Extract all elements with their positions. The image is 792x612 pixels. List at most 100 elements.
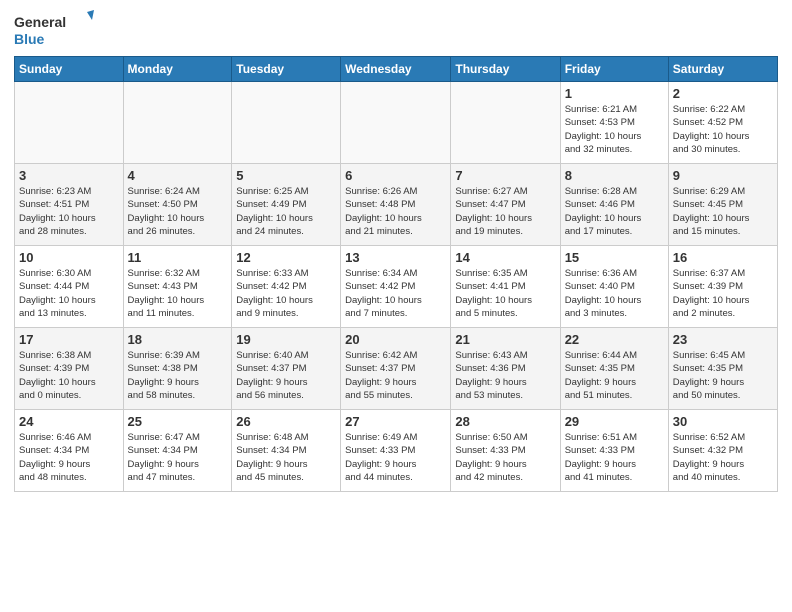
day-cell: 16 Sunrise: 6:37 AM Sunset: 4:39 PM Dayli… [668,246,777,328]
day-number: 25 [128,414,228,429]
day-info: Sunrise: 6:37 AM Sunset: 4:39 PM Dayligh… [673,267,773,320]
day-info: Sunrise: 6:47 AM Sunset: 4:34 PM Dayligh… [128,431,228,484]
day-cell: 18 Sunrise: 6:39 AM Sunset: 4:38 PM Dayli… [123,328,232,410]
header-row: SundayMondayTuesdayWednesdayThursdayFrid… [15,57,778,82]
day-number: 21 [455,332,555,347]
day-number: 26 [236,414,336,429]
day-info: Sunrise: 6:38 AM Sunset: 4:39 PM Dayligh… [19,349,119,402]
col-header-tuesday: Tuesday [232,57,341,82]
day-cell: 3 Sunrise: 6:23 AM Sunset: 4:51 PM Daylig… [15,164,124,246]
day-cell: 14 Sunrise: 6:35 AM Sunset: 4:41 PM Dayli… [451,246,560,328]
calendar-table: SundayMondayTuesdayWednesdayThursdayFrid… [14,56,778,492]
day-info: Sunrise: 6:44 AM Sunset: 4:35 PM Dayligh… [565,349,664,402]
week-row-3: 17 Sunrise: 6:38 AM Sunset: 4:39 PM Dayli… [15,328,778,410]
col-header-saturday: Saturday [668,57,777,82]
day-info: Sunrise: 6:40 AM Sunset: 4:37 PM Dayligh… [236,349,336,402]
day-cell: 9 Sunrise: 6:29 AM Sunset: 4:45 PM Daylig… [668,164,777,246]
day-info: Sunrise: 6:27 AM Sunset: 4:47 PM Dayligh… [455,185,555,238]
day-info: Sunrise: 6:51 AM Sunset: 4:33 PM Dayligh… [565,431,664,484]
day-cell: 17 Sunrise: 6:38 AM Sunset: 4:39 PM Dayli… [15,328,124,410]
day-cell: 27 Sunrise: 6:49 AM Sunset: 4:33 PM Dayli… [341,410,451,492]
day-info: Sunrise: 6:23 AM Sunset: 4:51 PM Dayligh… [19,185,119,238]
day-number: 7 [455,168,555,183]
logo: General Blue [14,10,94,50]
day-info: Sunrise: 6:22 AM Sunset: 4:52 PM Dayligh… [673,103,773,156]
day-info: Sunrise: 6:29 AM Sunset: 4:45 PM Dayligh… [673,185,773,238]
day-number: 9 [673,168,773,183]
day-info: Sunrise: 6:39 AM Sunset: 4:38 PM Dayligh… [128,349,228,402]
day-info: Sunrise: 6:26 AM Sunset: 4:48 PM Dayligh… [345,185,446,238]
day-info: Sunrise: 6:36 AM Sunset: 4:40 PM Dayligh… [565,267,664,320]
day-info: Sunrise: 6:32 AM Sunset: 4:43 PM Dayligh… [128,267,228,320]
day-number: 23 [673,332,773,347]
day-number: 11 [128,250,228,265]
day-info: Sunrise: 6:46 AM Sunset: 4:34 PM Dayligh… [19,431,119,484]
day-cell: 5 Sunrise: 6:25 AM Sunset: 4:49 PM Daylig… [232,164,341,246]
day-number: 19 [236,332,336,347]
day-info: Sunrise: 6:45 AM Sunset: 4:35 PM Dayligh… [673,349,773,402]
day-cell [15,82,124,164]
day-number: 20 [345,332,446,347]
day-cell: 1Sunrise: 6:21 AM Sunset: 4:53 PM Daylig… [560,82,668,164]
col-header-thursday: Thursday [451,57,560,82]
day-cell: 15 Sunrise: 6:36 AM Sunset: 4:40 PM Dayli… [560,246,668,328]
day-info: Sunrise: 6:25 AM Sunset: 4:49 PM Dayligh… [236,185,336,238]
day-number: 17 [19,332,119,347]
day-cell [232,82,341,164]
day-cell [123,82,232,164]
day-cell: 12Sunrise: 6:33 AM Sunset: 4:42 PM Dayli… [232,246,341,328]
day-cell: 21 Sunrise: 6:43 AM Sunset: 4:36 PM Dayli… [451,328,560,410]
header: General Blue [14,10,778,50]
day-cell: 4Sunrise: 6:24 AM Sunset: 4:50 PM Daylig… [123,164,232,246]
day-number: 29 [565,414,664,429]
day-info: Sunrise: 6:34 AM Sunset: 4:42 PM Dayligh… [345,267,446,320]
day-cell: 6 Sunrise: 6:26 AM Sunset: 4:48 PM Daylig… [341,164,451,246]
day-info: Sunrise: 6:42 AM Sunset: 4:37 PM Dayligh… [345,349,446,402]
day-cell: 30Sunrise: 6:52 AM Sunset: 4:32 PM Dayli… [668,410,777,492]
day-info: Sunrise: 6:28 AM Sunset: 4:46 PM Dayligh… [565,185,664,238]
day-info: Sunrise: 6:33 AM Sunset: 4:42 PM Dayligh… [236,267,336,320]
day-cell: 10 Sunrise: 6:30 AM Sunset: 4:44 PM Dayli… [15,246,124,328]
logo-svg: General Blue [14,10,94,50]
day-cell: 20 Sunrise: 6:42 AM Sunset: 4:37 PM Dayli… [341,328,451,410]
day-info: Sunrise: 6:30 AM Sunset: 4:44 PM Dayligh… [19,267,119,320]
day-cell: 25 Sunrise: 6:47 AM Sunset: 4:34 PM Dayli… [123,410,232,492]
col-header-monday: Monday [123,57,232,82]
day-info: Sunrise: 6:24 AM Sunset: 4:50 PM Dayligh… [128,185,228,238]
day-number: 22 [565,332,664,347]
day-cell: 28Sunrise: 6:50 AM Sunset: 4:33 PM Dayli… [451,410,560,492]
day-info: Sunrise: 6:49 AM Sunset: 4:33 PM Dayligh… [345,431,446,484]
day-cell: 19 Sunrise: 6:40 AM Sunset: 4:37 PM Dayli… [232,328,341,410]
day-cell: 26Sunrise: 6:48 AM Sunset: 4:34 PM Dayli… [232,410,341,492]
day-number: 14 [455,250,555,265]
day-cell [341,82,451,164]
day-cell: 13 Sunrise: 6:34 AM Sunset: 4:42 PM Dayli… [341,246,451,328]
day-number: 30 [673,414,773,429]
day-number: 18 [128,332,228,347]
day-number: 6 [345,168,446,183]
day-cell [451,82,560,164]
day-number: 15 [565,250,664,265]
day-cell: 8 Sunrise: 6:28 AM Sunset: 4:46 PM Daylig… [560,164,668,246]
day-cell: 2 Sunrise: 6:22 AM Sunset: 4:52 PM Daylig… [668,82,777,164]
day-info: Sunrise: 6:35 AM Sunset: 4:41 PM Dayligh… [455,267,555,320]
day-number: 27 [345,414,446,429]
col-header-sunday: Sunday [15,57,124,82]
day-number: 3 [19,168,119,183]
day-number: 8 [565,168,664,183]
day-number: 13 [345,250,446,265]
day-number: 5 [236,168,336,183]
day-cell: 7 Sunrise: 6:27 AM Sunset: 4:47 PM Daylig… [451,164,560,246]
day-cell: 23 Sunrise: 6:45 AM Sunset: 4:35 PM Dayli… [668,328,777,410]
week-row-2: 10 Sunrise: 6:30 AM Sunset: 4:44 PM Dayli… [15,246,778,328]
day-number: 10 [19,250,119,265]
day-number: 2 [673,86,773,101]
day-info: Sunrise: 6:43 AM Sunset: 4:36 PM Dayligh… [455,349,555,402]
day-number: 16 [673,250,773,265]
week-row-0: 1Sunrise: 6:21 AM Sunset: 4:53 PM Daylig… [15,82,778,164]
day-number: 28 [455,414,555,429]
week-row-1: 3 Sunrise: 6:23 AM Sunset: 4:51 PM Daylig… [15,164,778,246]
svg-text:General: General [14,14,66,30]
day-number: 1 [565,86,664,101]
day-cell: 24Sunrise: 6:46 AM Sunset: 4:34 PM Dayli… [15,410,124,492]
